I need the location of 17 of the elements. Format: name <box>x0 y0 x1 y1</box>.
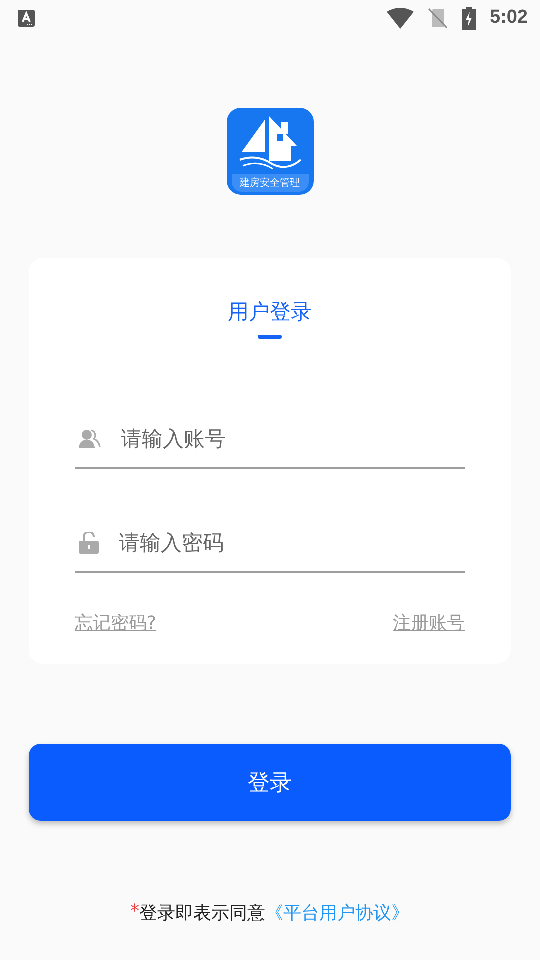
logo-caption: 建房安全管理 <box>232 174 308 192</box>
keyboard-icon <box>18 10 35 26</box>
agreement-text: 登录即表示同意 <box>140 902 266 925</box>
clock: 5:02 <box>490 7 528 29</box>
login-tab[interactable]: 用户登录 <box>228 298 312 339</box>
lock-icon <box>79 532 99 554</box>
password-field[interactable]: 请输入密码 <box>117 530 465 556</box>
login-button[interactable]: 登录 <box>29 744 511 821</box>
required-mark: * <box>130 901 140 924</box>
users-icon <box>79 429 101 449</box>
wifi-icon <box>386 8 414 28</box>
battery-charging-icon <box>462 6 476 30</box>
account-field[interactable]: 请输入账号 <box>119 426 465 452</box>
forgot-password-link[interactable]: 忘记密码? <box>75 611 157 635</box>
agreement-link[interactable]: 《平台用户协议》 <box>266 901 410 925</box>
register-link[interactable]: 注册账号 <box>393 611 465 635</box>
no-sim-icon <box>428 8 448 28</box>
